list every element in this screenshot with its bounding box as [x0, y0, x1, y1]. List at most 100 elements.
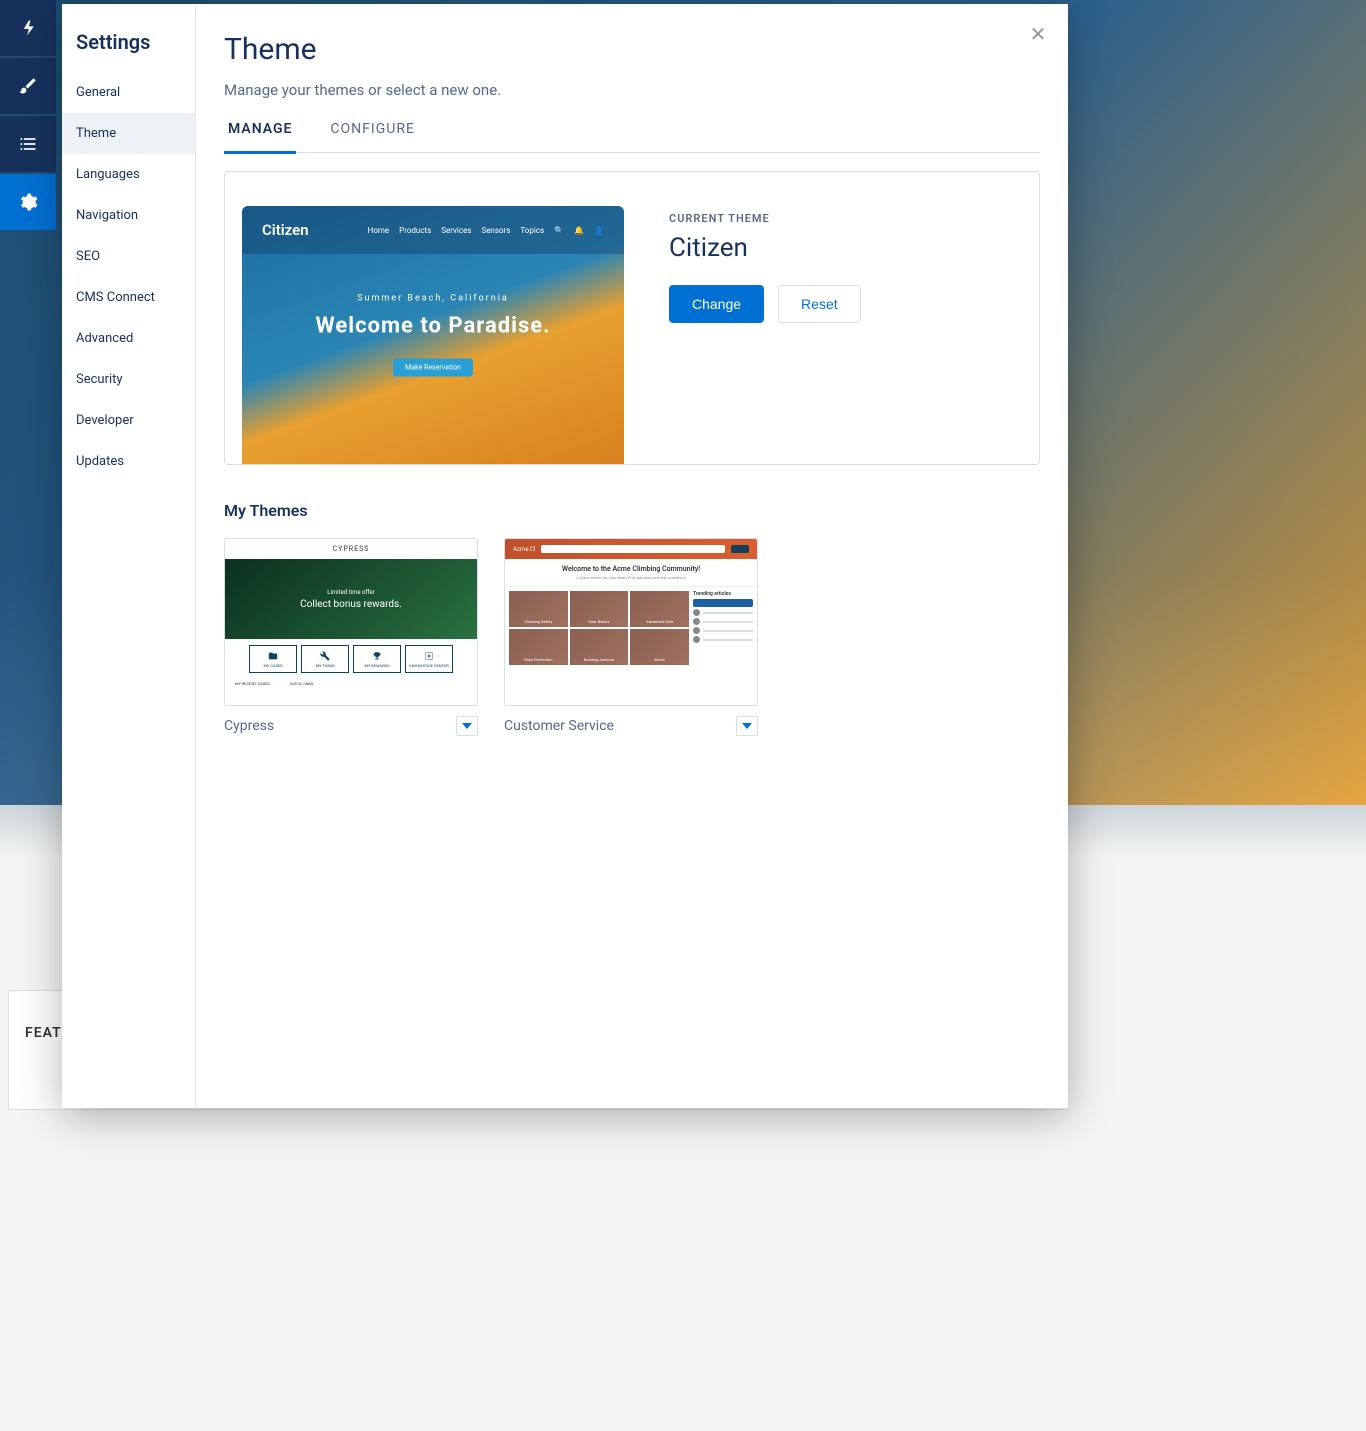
cs-gallery-item: Climbing Safety [509, 591, 568, 627]
cypress-bottom: MY RECENT CASES QUICK LINKS [225, 679, 477, 688]
tab-manage[interactable]: MANAGE [224, 121, 296, 154]
play-icon [424, 651, 434, 661]
cs-feed-row [693, 627, 753, 634]
cypress-hero-sub: Limited time offer [327, 589, 375, 596]
avatar-icon [693, 627, 700, 634]
caret-down-icon [462, 723, 472, 729]
current-theme-name: Citizen [669, 233, 1011, 263]
tab-configure[interactable]: CONFIGURE [326, 121, 418, 154]
sidebar-item-advanced[interactable]: Advanced [62, 318, 195, 359]
cs-search-button [731, 545, 749, 553]
close-button[interactable]: ✕ [1026, 22, 1050, 46]
rail-settings[interactable] [0, 174, 56, 230]
sidebar-item-general[interactable]: General [62, 72, 195, 113]
tools-icon [320, 651, 330, 661]
cs-welcome: Welcome to the Acme Climbing Community! … [505, 559, 757, 587]
theme-footer: Customer Service [504, 716, 758, 736]
settings-sidebar: Settings General Theme Languages Navigat… [62, 4, 196, 1108]
my-themes-title: My Themes [224, 501, 1040, 520]
theme-card-customer-service[interactable]: Acme Cl Welcome to the Acme Climbing Com… [504, 538, 758, 736]
cs-gallery-item: Knots [630, 629, 689, 665]
text-line [703, 639, 753, 641]
theme-menu-button[interactable] [456, 716, 478, 736]
theme-name-label: Cypress [224, 718, 274, 734]
rail-bolt[interactable] [0, 0, 56, 56]
sidebar-item-security[interactable]: Security [62, 359, 195, 400]
current-theme-actions: Change Reset [669, 285, 1011, 323]
cs-gallery-item: Rack Protection [509, 629, 568, 665]
sidebar-item-languages[interactable]: Languages [62, 154, 195, 195]
cs-feed-row [693, 618, 753, 625]
preview-headline: Welcome to Paradise. [242, 314, 624, 339]
cs-gallery-item: Gear Basics [570, 591, 629, 627]
theme-card-cypress[interactable]: CYPRESS Limited time offer Collect bonus… [224, 538, 478, 736]
sidebar-item-cms-connect[interactable]: CMS Connect [62, 277, 195, 318]
theme-thumb-cypress: CYPRESS Limited time offer Collect bonus… [224, 538, 478, 706]
cypress-brand: CYPRESS [225, 539, 477, 559]
preview-nav-icon: 👤 [594, 226, 604, 235]
text-line [703, 621, 753, 623]
sidebar-item-seo[interactable]: SEO [62, 236, 195, 277]
cypress-hero: Limited time offer Collect bonus rewards… [225, 559, 477, 639]
rail-list[interactable] [0, 116, 56, 172]
close-icon: ✕ [1030, 22, 1047, 46]
preview-location: Summer Beach, California [242, 294, 624, 304]
cs-search-bar [541, 545, 725, 553]
cs-gallery-item: Advanced Tech [630, 591, 689, 627]
preview-nav-icon: 🔍 [554, 226, 564, 235]
preview-nav-icon: 🔔 [574, 226, 584, 235]
tabs: MANAGE CONFIGURE [224, 121, 1040, 153]
theme-footer: Cypress [224, 716, 478, 736]
cs-sidebar: Trending articles [693, 591, 753, 665]
cs-feed-row [693, 609, 753, 616]
cs-gallery-item: Building Anchors [570, 629, 629, 665]
sidebar-item-updates[interactable]: Updates [62, 441, 195, 482]
preview-nav-item: Home [368, 226, 390, 235]
preview-citizen: Citizen Home Products Services Sensors T… [242, 206, 624, 464]
preview-logo: Citizen [262, 221, 309, 239]
avatar-icon [693, 618, 700, 625]
current-theme-label: CURRENT THEME [669, 212, 1011, 225]
change-button[interactable]: Change [669, 285, 764, 323]
left-icon-rail [0, 0, 56, 232]
theme-grid: CYPRESS Limited time offer Collect bonus… [224, 538, 1040, 736]
current-theme-info: CURRENT THEME Citizen Change Reset [641, 172, 1039, 464]
trophy-icon [372, 651, 382, 661]
cs-welcome-sub: A place where you can easily find soluti… [511, 575, 751, 580]
preview-nav-item: Topics [520, 226, 544, 235]
rail-brush[interactable] [0, 58, 56, 114]
gear-icon [18, 192, 38, 212]
page-title: Theme [224, 32, 1040, 67]
cs-ask-button [693, 599, 753, 607]
background-tab-label: FEAT [25, 1025, 62, 1041]
cs-feed-row [693, 636, 753, 643]
sidebar-item-navigation[interactable]: Navigation [62, 195, 195, 236]
cs-body: Climbing Safety Gear Basics Advanced Tec… [505, 587, 757, 669]
text-line [703, 612, 753, 614]
page-subtitle: Manage your themes or select a new one. [224, 81, 1040, 99]
cs-gallery: Climbing Safety Gear Basics Advanced Tec… [509, 591, 689, 665]
sidebar-item-developer[interactable]: Developer [62, 400, 195, 441]
cs-header: Acme Cl [505, 539, 757, 559]
cypress-hero-main: Collect bonus rewards. [300, 599, 402, 610]
cypress-tiles: MY CASES MY TASKS MY REWARDS KNOWLEDGE C… [225, 639, 477, 679]
preview-nav: Home Products Services Sensors Topics 🔍 … [368, 226, 604, 235]
list-icon [18, 134, 38, 154]
cypress-tile: KNOWLEDGE CENTER [405, 645, 453, 673]
caret-down-icon [742, 723, 752, 729]
preview-nav-item: Products [399, 226, 431, 235]
preview-cta: Make Reservation [393, 359, 473, 377]
cypress-tile: MY TASKS [301, 645, 349, 673]
cypress-bottom-col: MY RECENT CASES [235, 681, 270, 686]
reset-button[interactable]: Reset [778, 285, 861, 323]
sidebar-item-theme[interactable]: Theme [62, 113, 195, 154]
folder-icon [268, 651, 278, 661]
preview-nav-item: Sensors [481, 226, 510, 235]
brush-icon [18, 76, 38, 96]
cs-side-header: Trending articles [693, 591, 753, 597]
theme-menu-button[interactable] [736, 716, 758, 736]
text-line [703, 630, 753, 632]
main-panel: ✕ Theme Manage your themes or select a n… [196, 4, 1068, 1108]
bolt-icon [18, 18, 38, 38]
cypress-bottom-col: QUICK LINKS [290, 681, 314, 686]
